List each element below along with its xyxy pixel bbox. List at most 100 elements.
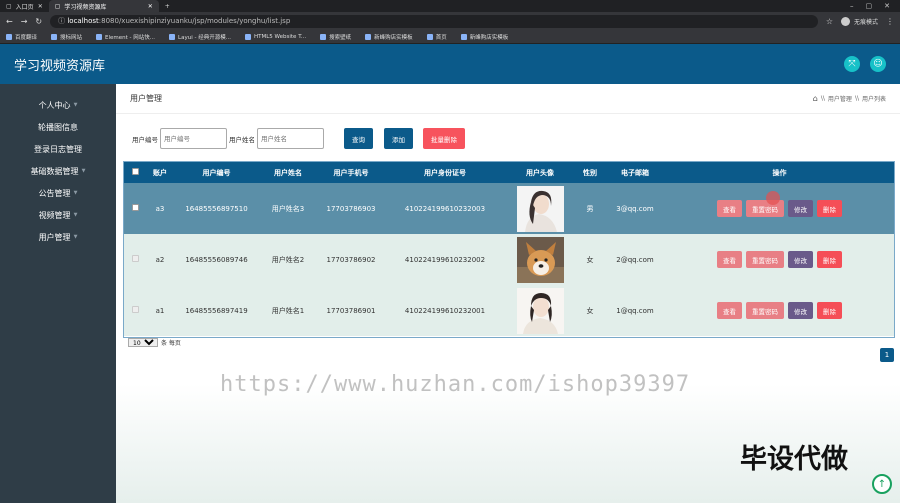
- avatar-cell: [505, 183, 575, 234]
- column-header: 操作: [665, 162, 894, 183]
- maximize-icon[interactable]: ▢: [866, 2, 873, 10]
- breadcrumb-item: 用户列表: [861, 96, 886, 103]
- address-bar: ← → ↻ ⓘ localhost:8080/xuexishipinziyuan…: [0, 12, 900, 30]
- sidebar-item-users[interactable]: 用户管理 ▼: [0, 226, 116, 248]
- fullscreen-icon[interactable]: ⤧: [844, 56, 860, 72]
- bookmark-item[interactable]: 首页: [426, 33, 447, 41]
- caret-icon: ▼: [73, 234, 78, 240]
- star-icon[interactable]: ☆: [826, 17, 833, 26]
- table-row: a2 16485556089746 用户姓名2 17703786902 4102…: [124, 234, 894, 285]
- bookmark-icon: [244, 33, 251, 40]
- email-cell: 3@qq.com: [605, 183, 665, 234]
- view-button[interactable]: 查看: [717, 251, 742, 268]
- profile-button[interactable]: 无痕模式: [840, 16, 878, 26]
- delete-button[interactable]: 删除: [817, 302, 842, 319]
- bookmark-icon: [6, 33, 12, 40]
- gender-cell: 女: [575, 234, 605, 285]
- breadcrumb-item[interactable]: 用户管理: [828, 94, 852, 103]
- caret-icon: ▼: [73, 212, 78, 218]
- reload-icon[interactable]: ↻: [35, 17, 42, 26]
- edit-button[interactable]: 修改: [788, 200, 813, 217]
- phone-cell: 17703786901: [317, 285, 385, 336]
- column-header: 电子邮箱: [605, 162, 665, 183]
- query-button[interactable]: 查询: [344, 128, 373, 149]
- user-icon[interactable]: ☺: [870, 56, 886, 72]
- sidebar-item-login-log[interactable]: 登录日志管理: [0, 138, 116, 160]
- column-header: 用户手机号: [317, 162, 385, 183]
- account-cell: a1: [146, 285, 174, 336]
- menu-icon[interactable]: ⋮: [886, 17, 894, 26]
- bookmark-item[interactable]: 搜索壁纸: [320, 33, 351, 41]
- user-name-input[interactable]: [257, 128, 324, 149]
- sidebar-item-personal-center[interactable]: 个人中心 ▼: [0, 94, 116, 116]
- home-icon[interactable]: ⌂: [813, 94, 818, 103]
- view-button[interactable]: 查看: [717, 200, 742, 217]
- edit-button[interactable]: 修改: [788, 251, 813, 268]
- browser-tab-1[interactable]: ▢ 入口页 ✕: [0, 0, 49, 12]
- user-code-input[interactable]: [160, 128, 227, 149]
- row-checkbox[interactable]: [131, 306, 139, 313]
- page-size-select[interactable]: 10: [128, 338, 158, 347]
- code-label: 用户编号: [132, 135, 158, 144]
- column-header: 用户身份证号: [385, 162, 505, 183]
- close-icon[interactable]: ✕: [38, 3, 43, 10]
- bookmark-item[interactable]: Layui - 经典开源模...: [169, 33, 231, 41]
- forward-icon[interactable]: →: [21, 17, 28, 26]
- close-window-icon[interactable]: ✕: [884, 2, 890, 10]
- bookmark-icon: [460, 33, 467, 40]
- edit-button[interactable]: 修改: [788, 302, 813, 319]
- bookmark-item[interactable]: 百度翻译: [6, 33, 37, 41]
- delete-button[interactable]: 删除: [817, 200, 842, 217]
- row-checkbox[interactable]: [131, 255, 139, 262]
- select-all-cell: [124, 162, 146, 183]
- breadcrumb: ⌂ \\ 用户管理 \\ 用户列表: [812, 94, 886, 103]
- avatar-cell: [505, 285, 575, 336]
- bookmark-item[interactable]: 新峰购店实模板: [460, 33, 508, 41]
- column-header: 账户: [146, 162, 174, 183]
- browser-tab-2[interactable]: ▢ 学习视频资源库 ✕: [48, 0, 159, 12]
- close-icon[interactable]: ✕: [148, 3, 153, 10]
- reset-password-button[interactable]: 重置密码: [746, 302, 784, 319]
- new-tab-button[interactable]: +: [159, 0, 176, 12]
- select-all-checkbox[interactable]: [131, 168, 139, 175]
- actions-cell: 查看 重置密码 修改 删除: [665, 234, 894, 285]
- sidebar-item-video[interactable]: 视频管理 ▼: [0, 204, 116, 226]
- search-form: 用户编号 用户姓名 查询 添加 批量删除: [132, 128, 465, 149]
- batch-delete-button[interactable]: 批量删除: [423, 128, 465, 149]
- bookmark-item[interactable]: 搜标网站: [51, 33, 82, 41]
- page-icon: ▢: [6, 2, 12, 10]
- profile-label: 无痕模式: [853, 18, 878, 26]
- sidebar-item-carousel[interactable]: 轮播图信息: [0, 116, 116, 138]
- mouse-cursor: [766, 191, 780, 205]
- add-button[interactable]: 添加: [384, 128, 413, 149]
- user-avatar-woman: [516, 185, 564, 232]
- caret-icon: ▼: [73, 190, 78, 196]
- sidebar-item-basic-data[interactable]: 基础数据管理 ▼: [0, 160, 116, 182]
- bookmark-item[interactable]: Element - 网站快...: [96, 33, 155, 41]
- page-number-button[interactable]: 1: [880, 348, 894, 362]
- account-cell: a2: [146, 234, 174, 285]
- id-card-cell: 410224199610232001: [385, 285, 505, 336]
- id-card-cell: 410224199610232002: [385, 234, 505, 285]
- account-cell: a3: [146, 183, 174, 234]
- minimize-icon[interactable]: –: [850, 2, 854, 10]
- sidebar-item-label: 用户管理: [38, 232, 71, 242]
- back-icon[interactable]: ←: [6, 17, 13, 26]
- row-checkbox[interactable]: [131, 204, 139, 211]
- view-button[interactable]: 查看: [717, 302, 742, 319]
- bookmark-icon: [169, 33, 176, 40]
- sidebar-item-notice[interactable]: 公告管理 ▼: [0, 182, 116, 204]
- name-cell: 用户姓名3: [259, 183, 317, 234]
- actions-cell: 查看 重置密码 修改 删除: [665, 285, 894, 336]
- name-cell: 用户姓名1: [259, 285, 317, 336]
- url-field[interactable]: ⓘ localhost:8080/xuexishipinziyuanku/jsp…: [50, 14, 818, 28]
- delete-button[interactable]: 删除: [817, 251, 842, 268]
- back-to-top-icon[interactable]: ↑: [872, 474, 892, 494]
- bookmark-item[interactable]: 新峰购店实模板: [365, 33, 413, 41]
- reset-password-button[interactable]: 重置密码: [746, 251, 784, 268]
- column-header: 用户姓名: [259, 162, 317, 183]
- bookmark-item[interactable]: HTML5 Website T...: [244, 33, 306, 40]
- name-label: 用户姓名: [229, 135, 255, 144]
- url-path: :8080/xuexishipinziyuanku/jsp/modules/yo…: [98, 17, 291, 25]
- code-cell: 16485556897419: [174, 285, 259, 336]
